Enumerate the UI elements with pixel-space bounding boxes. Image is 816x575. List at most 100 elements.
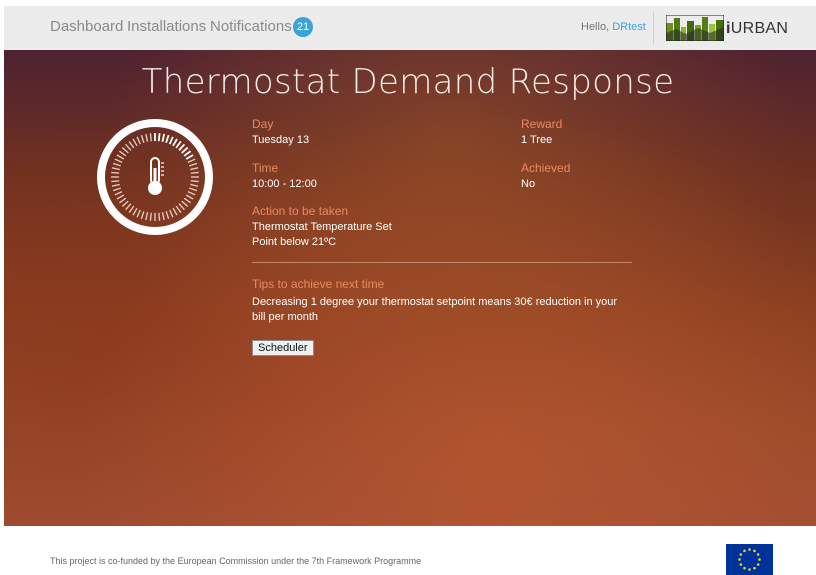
dial-tick: [158, 212, 161, 221]
dial-tick: [190, 183, 199, 187]
day-label: Day: [252, 117, 274, 131]
dial-tick: [187, 191, 196, 196]
logo-text: iURBAN: [726, 20, 789, 37]
section-divider: [252, 262, 632, 263]
greeting: Hello, DRtest: [581, 21, 646, 33]
notification-count-badge[interactable]: 21: [293, 17, 313, 37]
scheduler-button[interactable]: Scheduler: [252, 340, 314, 356]
eu-star: [739, 563, 743, 566]
action-value-line1: Thermostat Temperature Set: [252, 221, 392, 233]
thermometer-dial-icon: [97, 119, 213, 235]
dial-tick: [168, 136, 174, 145]
eu-star: [738, 558, 741, 561]
dial-tick: [157, 133, 161, 142]
dial-tick: [112, 162, 121, 167]
dial-tick: [125, 203, 132, 211]
dial-tick: [145, 212, 149, 221]
time-value: 10:00 - 12:00: [252, 178, 317, 190]
dial-tick: [169, 209, 174, 218]
dial-tick: [165, 211, 170, 220]
tips-label: Tips to achieve next time: [252, 277, 385, 291]
dial-tick: [190, 167, 199, 171]
iurban-logo[interactable]: iURBAN: [666, 12, 789, 44]
dial-tick: [125, 143, 132, 151]
dial-tick: [140, 211, 145, 220]
eu-star: [739, 553, 743, 556]
tips-text-line2: bill per month: [252, 311, 319, 323]
achieved-value: No: [521, 178, 536, 190]
greeting-prefix: Hello,: [581, 21, 613, 33]
dial-tick: [183, 150, 192, 157]
dial-tick: [183, 197, 192, 204]
dial-tick: [114, 191, 123, 196]
day-value: Tuesday 13: [252, 134, 310, 146]
dial-tick: [112, 187, 121, 192]
dial-tick: [149, 133, 152, 142]
dial-tick: [172, 138, 178, 147]
dial-tick: [165, 134, 170, 144]
dial-tick: [132, 138, 138, 147]
dial-tick: [189, 162, 198, 167]
reward-value: 1 Tree: [521, 134, 553, 146]
city-skyline-logo-icon: [666, 15, 724, 41]
eu-flag-icon: [726, 544, 773, 575]
dial-tick: [185, 194, 194, 200]
dial-tick: [114, 158, 123, 163]
eu-star: [753, 549, 756, 553]
eu-star: [743, 549, 746, 553]
eu-star: [748, 568, 751, 571]
dial-tick: [181, 146, 189, 154]
eu-star: [758, 558, 761, 561]
dial-tick: [136, 209, 141, 218]
dial-tick: [189, 187, 198, 192]
dial-tick: [187, 158, 196, 163]
dial-tick: [161, 212, 165, 221]
dial-tick: [111, 180, 120, 183]
nav-notifications-link[interactable]: Notifications: [210, 18, 292, 35]
time-label: Time: [252, 161, 279, 175]
dial-tick: [172, 207, 178, 216]
nav-divider: [653, 12, 654, 44]
eu-star: [756, 553, 760, 556]
dial-tick: [111, 167, 120, 171]
username-link[interactable]: DRtest: [612, 21, 646, 33]
dial-tick: [140, 134, 145, 143]
dial-tick: [118, 197, 127, 204]
dial-tick: [175, 140, 182, 149]
eu-star: [748, 548, 751, 551]
action-label: Action to be taken: [252, 204, 349, 218]
eu-star: [756, 563, 760, 566]
dial-tick: [149, 212, 152, 221]
dial-tick: [116, 154, 125, 160]
nav-installations-link[interactable]: Installations: [127, 18, 206, 35]
dial-tick: [132, 207, 138, 216]
dial-tick: [121, 200, 129, 207]
footer-funding-text: This project is co-funded by the Europea…: [50, 556, 422, 566]
dial-tick: [118, 150, 127, 157]
dial-tick: [116, 194, 125, 200]
dial-tick: [128, 205, 135, 214]
reward-label: Reward: [521, 117, 563, 131]
dial-tick: [161, 133, 166, 142]
dial-tick: [136, 136, 141, 145]
tips-text-line1: Decreasing 1 degree your thermostat setp…: [252, 296, 618, 308]
page-title: Thermostat Demand Response: [141, 62, 675, 102]
dial-tick: [178, 143, 186, 151]
dial-tick: [190, 180, 199, 183]
dial-tick: [175, 205, 182, 214]
dial-tick: [111, 171, 120, 174]
dial-tick: [190, 171, 199, 174]
eu-star: [743, 566, 746, 570]
action-value-line2: Point below 21ºC: [252, 236, 337, 248]
top-navbar: Dashboard Installations Notifications 21…: [4, 6, 816, 51]
dial-tick: [121, 147, 129, 154]
dial-tick: [185, 154, 194, 160]
dial-tick: [111, 183, 120, 187]
dial-tick: [145, 133, 149, 142]
dial-tick: [178, 203, 185, 211]
dial-tick: [181, 200, 189, 207]
nav-dashboard-link[interactable]: Dashboard: [50, 18, 123, 35]
dial-tick: [128, 140, 135, 149]
eu-star: [753, 566, 756, 570]
achieved-label: Achieved: [521, 161, 571, 175]
